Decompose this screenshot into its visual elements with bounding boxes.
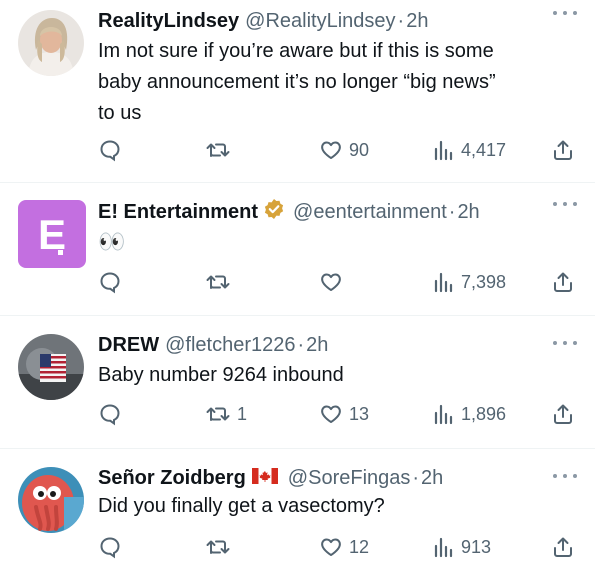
verified-badge-icon xyxy=(263,198,285,227)
reply-icon xyxy=(100,272,120,294)
retweet-count: 1 xyxy=(237,403,248,424)
retweet-button[interactable] xyxy=(205,136,237,164)
like-button[interactable] xyxy=(319,268,349,296)
tweet-text: Baby number 9264 inbound xyxy=(98,360,565,391)
views-icon xyxy=(434,272,453,293)
tweet-text-line: to us xyxy=(98,102,142,124)
timestamp[interactable]: 2h xyxy=(457,199,479,225)
view-count: 4,417 xyxy=(461,139,507,160)
author-name[interactable]: RealityLindsey xyxy=(98,8,239,34)
like-count: 12 xyxy=(349,536,370,557)
more-options-icon[interactable] xyxy=(553,199,577,209)
view-count: 7,398 xyxy=(461,271,507,292)
reply-button[interactable] xyxy=(98,136,128,164)
more-options-icon[interactable] xyxy=(553,338,577,348)
retweet-button[interactable] xyxy=(205,268,237,296)
timestamp[interactable]: 2h xyxy=(406,8,428,34)
author-handle[interactable]: @SoreFingas xyxy=(288,465,411,491)
more-options-icon[interactable] xyxy=(553,8,577,18)
avatar[interactable] xyxy=(18,467,84,533)
views-button[interactable]: 4,417 xyxy=(431,136,506,164)
views-icon xyxy=(434,404,453,425)
share-button[interactable] xyxy=(551,268,575,296)
tweet-text: Did you finally get a vasectomy? xyxy=(98,491,565,522)
author-handle[interactable]: @eentertainment xyxy=(293,199,447,225)
tweet-text: 👀 xyxy=(98,227,565,258)
retweet-icon xyxy=(206,143,230,157)
action-bar: 1 13 1,896 xyxy=(98,400,579,428)
views-button[interactable]: 7,398 xyxy=(431,268,506,296)
reply-button[interactable] xyxy=(98,268,128,296)
heart-icon xyxy=(321,405,341,423)
author-handle[interactable]: @fletcher1226 xyxy=(165,332,295,358)
author-handle[interactable]: @RealityLindsey xyxy=(245,8,395,34)
share-icon xyxy=(554,404,572,424)
timestamp[interactable]: 2h xyxy=(421,465,443,491)
share-button[interactable] xyxy=(551,400,575,428)
like-button[interactable]: 12 xyxy=(319,533,369,561)
action-bar: 90 4,417 xyxy=(98,136,579,164)
share-button[interactable] xyxy=(551,136,575,164)
canada-flag-icon xyxy=(251,465,278,491)
avatar[interactable]: E xyxy=(18,200,86,268)
separator: · xyxy=(297,334,305,356)
tweet-text-line: Im not sure if you’re aware but if this … xyxy=(98,40,494,62)
tweet-text-line: baby announcement it’s no longer “big ne… xyxy=(98,71,496,93)
view-count: 913 xyxy=(461,536,492,557)
like-count: 13 xyxy=(349,403,370,424)
heart-icon xyxy=(321,538,341,556)
tweet-fletcher1226[interactable]: DREW @fletcher1226 · 2h Baby number 9264… xyxy=(0,316,595,448)
heart-icon xyxy=(321,141,341,159)
timestamp[interactable]: 2h xyxy=(306,332,328,358)
reply-icon xyxy=(100,537,120,559)
tweet-sorefingas[interactable]: Señor Zoidberg @SoreFingas · 2h Did you … xyxy=(0,449,595,576)
views-icon xyxy=(434,537,453,558)
tweet-realitylindsey[interactable]: RealityLindsey @RealityLindsey · 2h Im n… xyxy=(0,0,595,182)
tweet-text-line: 👀 xyxy=(98,230,126,255)
tweet-text-line: Did you finally get a vasectomy? xyxy=(98,495,385,517)
share-icon xyxy=(554,140,572,160)
avatar[interactable] xyxy=(18,334,84,400)
reply-icon xyxy=(100,404,120,426)
action-bar: 12 913 xyxy=(98,533,579,561)
retweet-button[interactable]: 1 xyxy=(205,400,247,428)
views-button[interactable]: 913 xyxy=(431,533,491,561)
avatar[interactable] xyxy=(18,10,84,76)
like-count: 90 xyxy=(349,139,370,160)
author-name[interactable]: E! Entertainment xyxy=(98,199,258,225)
separator: · xyxy=(412,467,420,489)
author-name[interactable]: Señor Zoidberg xyxy=(98,465,246,491)
reply-button[interactable] xyxy=(98,400,128,428)
retweet-icon xyxy=(206,407,230,421)
retweet-icon xyxy=(206,275,230,289)
retweet-button[interactable] xyxy=(205,533,237,561)
like-button[interactable]: 13 xyxy=(319,400,369,428)
views-button[interactable]: 1,896 xyxy=(431,400,506,428)
tweet-eentertainment[interactable]: E E! Entertainment @eentertainment · 2h … xyxy=(0,183,595,315)
share-icon xyxy=(554,537,572,557)
author-name[interactable]: DREW xyxy=(98,332,159,358)
reply-button[interactable] xyxy=(98,533,128,561)
more-options-icon[interactable] xyxy=(553,471,577,481)
retweet-icon xyxy=(206,540,230,554)
reply-icon xyxy=(100,140,120,162)
view-count: 1,896 xyxy=(461,403,507,424)
heart-icon xyxy=(321,273,341,291)
action-bar: 7,398 xyxy=(98,268,579,296)
tweet-text: Im not sure if you’re aware but if this … xyxy=(98,36,565,129)
separator: · xyxy=(397,10,405,32)
like-button[interactable]: 90 xyxy=(319,136,369,164)
separator: · xyxy=(448,201,456,223)
share-button[interactable] xyxy=(551,533,575,561)
tweet-text-line: Baby number 9264 inbound xyxy=(98,364,344,386)
views-icon xyxy=(434,140,453,161)
share-icon xyxy=(554,272,572,292)
